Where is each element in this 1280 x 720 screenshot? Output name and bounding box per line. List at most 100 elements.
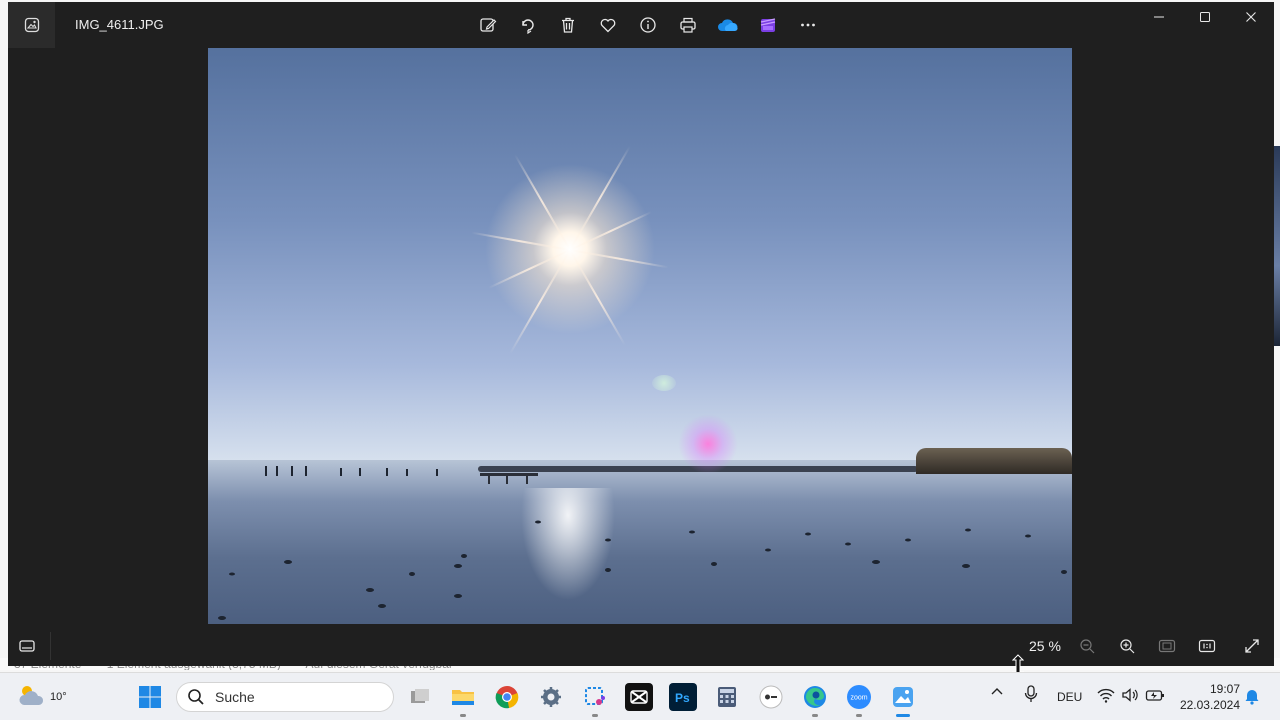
speaker-icon — [1122, 688, 1138, 702]
app-circle-icon — [759, 685, 783, 709]
taskbar-photos[interactable] — [889, 683, 917, 717]
chevron-up-icon — [991, 688, 1003, 695]
file-name-title: IMG_4611.JPG — [75, 17, 164, 32]
tray-overflow-button[interactable] — [990, 685, 1004, 702]
bell-icon — [1245, 690, 1259, 705]
microphone-icon — [1024, 685, 1038, 702]
running-indicator — [896, 714, 910, 717]
clock-time: 19:07 — [1209, 682, 1240, 696]
photos-viewer-window: IMG_4611.JPG 25 % — [8, 2, 1274, 666]
taskbar-snipping-tool[interactable] — [581, 683, 609, 717]
viewer-bottom-bar: 25 % — [8, 626, 1274, 666]
taskbar-settings[interactable] — [537, 683, 565, 711]
battery-charging-icon — [1145, 690, 1164, 701]
zoom-level-readout: 25 % — [1029, 638, 1061, 654]
fullscreen-button[interactable] — [1238, 634, 1266, 658]
maximize-icon — [1200, 12, 1210, 22]
taskbar-clock[interactable]: 19:07 22.03.2024 — [1176, 681, 1240, 713]
input-language[interactable]: DEU — [1057, 690, 1082, 704]
notifications-button[interactable] — [1244, 687, 1260, 708]
clipchamp-icon — [760, 18, 776, 32]
favorite-heart-icon — [600, 18, 616, 33]
svg-text:zoom: zoom — [851, 695, 868, 702]
zoom-out-icon — [1080, 639, 1095, 654]
expand-icon — [1245, 639, 1259, 653]
folder-icon — [452, 690, 474, 705]
taskbar-zoom[interactable]: zoom — [845, 683, 873, 717]
rotate-button[interactable] — [510, 12, 546, 38]
running-indicator — [592, 714, 598, 717]
search-icon — [188, 689, 204, 705]
running-indicator — [856, 714, 862, 717]
zoom-in-icon — [1120, 639, 1135, 654]
search-placeholder: Suche — [215, 689, 255, 705]
taskbar-app-circle[interactable] — [757, 683, 785, 711]
edge-icon — [804, 686, 826, 708]
wifi-status[interactable] — [1097, 687, 1115, 706]
info-icon — [640, 17, 656, 33]
clipchamp-button[interactable] — [750, 12, 786, 38]
taskbar-photoshop[interactable]: Ps — [669, 683, 697, 711]
more-icon — [801, 23, 815, 27]
windows-logo-icon — [139, 686, 161, 708]
fit-to-window-button[interactable] — [1153, 634, 1181, 658]
zoom-app-icon: zoom — [847, 685, 871, 709]
zoom-out-button[interactable] — [1073, 634, 1101, 658]
onedrive-icon — [718, 19, 738, 31]
photo-viewport[interactable] — [208, 48, 1072, 624]
clock-date: 22.03.2024 — [1179, 698, 1240, 712]
delete-button[interactable] — [550, 12, 586, 38]
task-view-button[interactable] — [406, 683, 434, 711]
filmstrip-icon — [19, 640, 35, 652]
bottom-bar-divider — [50, 632, 51, 660]
running-indicator — [812, 714, 818, 717]
calculator-icon — [718, 687, 736, 707]
cloud-sun-icon — [19, 686, 44, 705]
print-button[interactable] — [670, 12, 706, 38]
microphone-button[interactable] — [1024, 685, 1038, 706]
taskbar-calculator[interactable] — [713, 683, 741, 711]
fit-window-icon — [1158, 639, 1176, 653]
photo-water-birds — [218, 466, 1067, 620]
onedrive-button[interactable] — [710, 12, 746, 38]
maximize-button[interactable] — [1182, 2, 1228, 32]
taskbar-search-box[interactable]: Suche — [176, 682, 394, 712]
close-icon — [1246, 12, 1256, 22]
taskbar-edge[interactable] — [801, 683, 829, 717]
delete-icon — [562, 17, 574, 33]
chrome-icon — [495, 686, 519, 709]
lens-flare-green — [652, 375, 676, 391]
edit-image-button[interactable] — [470, 12, 506, 38]
taskbar: 10° Suche Ps zoom DEU 19:07 22.03.2024 — [0, 672, 1280, 720]
snipping-tool-icon — [585, 687, 605, 705]
minimize-button[interactable] — [1136, 2, 1182, 32]
capcut-icon — [630, 690, 648, 704]
minimize-icon — [1154, 16, 1164, 18]
running-indicator — [460, 714, 466, 717]
taskbar-capcut[interactable] — [625, 683, 653, 711]
actual-size-icon — [1198, 639, 1216, 653]
info-button[interactable] — [630, 12, 666, 38]
photos-app-icon[interactable] — [8, 2, 55, 48]
battery-status[interactable] — [1145, 687, 1165, 706]
task-view-icon — [411, 689, 429, 703]
actual-size-button[interactable] — [1193, 634, 1221, 658]
gear-icon — [541, 687, 561, 707]
title-bar: IMG_4611.JPG — [8, 2, 1274, 48]
filmstrip-toggle-button[interactable] — [14, 634, 40, 658]
volume-control[interactable] — [1121, 687, 1139, 706]
weather-temperature: 10° — [50, 691, 67, 703]
more-options-button[interactable] — [790, 12, 826, 38]
edit-image-icon — [480, 18, 497, 32]
start-button[interactable] — [138, 685, 162, 709]
weather-widget[interactable]: 10° — [18, 681, 67, 713]
wifi-icon — [1097, 688, 1115, 703]
taskbar-chrome[interactable] — [493, 683, 521, 711]
favorite-button[interactable] — [590, 12, 626, 38]
close-button[interactable] — [1228, 2, 1274, 32]
image-toolbar — [470, 12, 826, 38]
taskbar-file-explorer[interactable] — [449, 683, 477, 717]
photos-app-taskbar-icon — [893, 687, 913, 707]
print-icon — [680, 17, 696, 33]
zoom-in-button[interactable] — [1113, 634, 1141, 658]
